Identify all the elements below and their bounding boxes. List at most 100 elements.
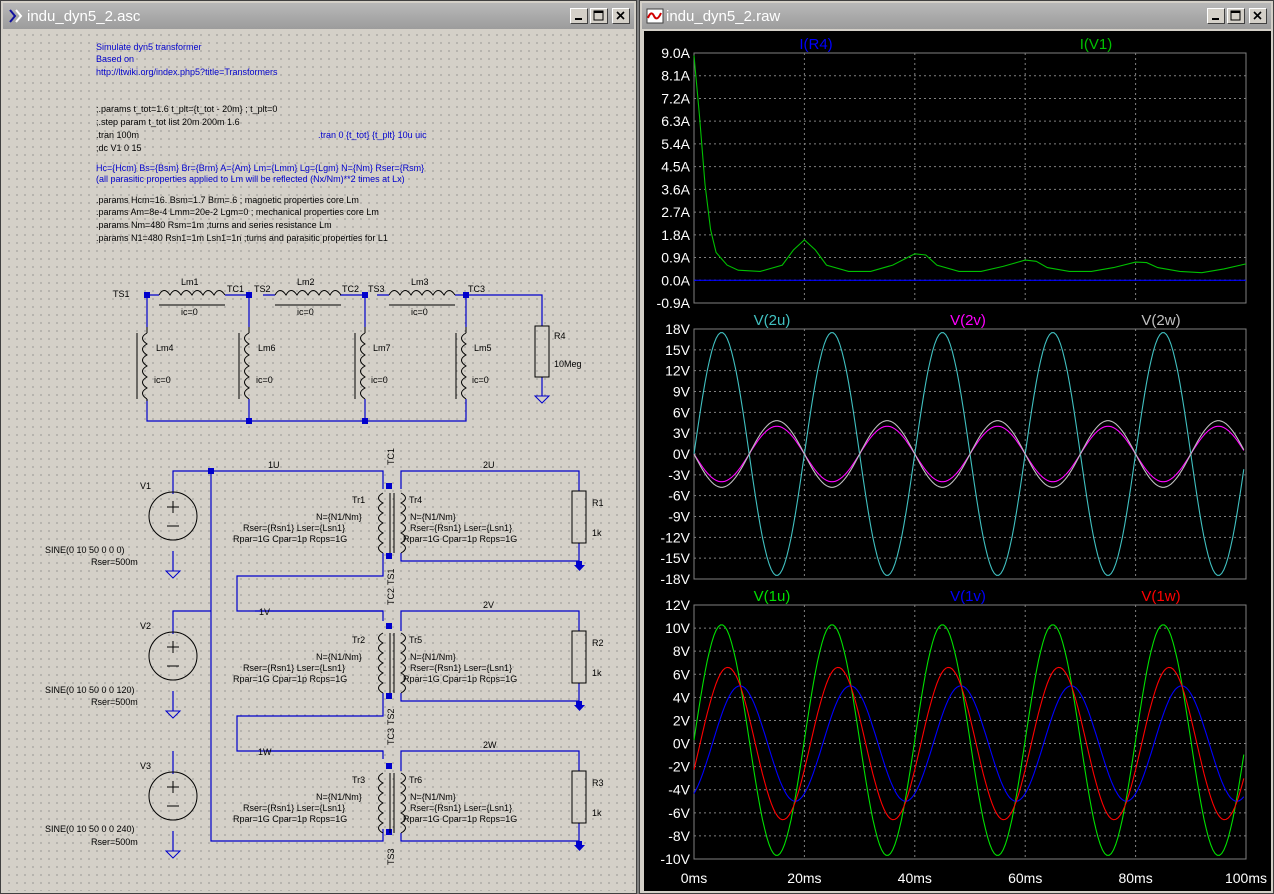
inductor-ic[interactable]: ic=0 (411, 307, 428, 317)
minimize-icon (575, 18, 582, 20)
params-line[interactable]: .params Nm=480 Rsm=1m ;turns and series … (96, 220, 332, 230)
resistor-value[interactable]: 10Meg (554, 359, 582, 369)
y-tick-label: 18V (665, 321, 691, 337)
x-tick-label: 20ms (787, 870, 821, 886)
waveform-titlebar[interactable]: indu_dyn5_2.raw (642, 3, 1271, 29)
resistor-value[interactable]: 1k (592, 668, 602, 678)
inductor-name[interactable]: Lm4 (156, 343, 174, 353)
resistor-name[interactable]: R3 (592, 778, 604, 788)
inductor-coils-v (136, 327, 467, 401)
resistor-name[interactable]: R1 (592, 498, 604, 508)
close-button[interactable] (612, 8, 630, 24)
minimize-button[interactable] (1207, 8, 1225, 24)
inductor-ic[interactable]: ic=0 (297, 307, 314, 317)
trace-label[interactable]: I(R4) (799, 36, 832, 53)
trace-label[interactable]: V(1u) (754, 588, 791, 605)
directive-text[interactable]: ;.step param t_tot list 20m 200m 1.6 (96, 117, 240, 127)
inductor-name[interactable]: Lm7 (373, 343, 391, 353)
source-name[interactable]: V1 (140, 481, 151, 491)
resistor-name[interactable]: R2 (592, 638, 604, 648)
y-tick-label: 0V (673, 736, 691, 752)
comment-text: Simulate dyn5 transformer (96, 42, 202, 52)
transformer-name[interactable]: Tr5 (409, 635, 422, 645)
directive-text[interactable]: .tran 100m (96, 130, 139, 140)
schematic-titlebar[interactable]: indu_dyn5_2.asc (3, 3, 634, 29)
source-rser[interactable]: Rser=500m (91, 837, 138, 847)
y-tick-label: -9V (668, 509, 690, 525)
resistor-value[interactable]: 1k (592, 528, 602, 538)
source-name[interactable]: V2 (140, 621, 151, 631)
resistor-r4-body[interactable] (534, 325, 550, 378)
y-tick-label: 9V (673, 384, 691, 400)
resistor-ground-icons (574, 565, 585, 851)
y-tick-label: -6V (668, 488, 690, 504)
plot-pane-frame[interactable] (693, 52, 1247, 304)
minimize-button[interactable] (570, 8, 588, 24)
transformer-name[interactable]: Tr6 (409, 775, 422, 785)
source-name[interactable]: V3 (140, 761, 151, 771)
transformer-name[interactable]: Tr3 (352, 775, 365, 785)
net-label: 2U (483, 460, 495, 470)
inductor-name[interactable]: Lm5 (474, 343, 492, 353)
model-line[interactable]: Hc={Hcm} Bs={Bsm} Br={Brm} A={Am} Lm={Lm… (96, 163, 424, 173)
source-rser[interactable]: Rser=500m (91, 557, 138, 567)
schematic-window[interactable]: indu_dyn5_2.asc Simulate dyn5 transforme… (0, 0, 637, 894)
directive-tran-alt[interactable]: .tran 0 {t_tot} {t_plt} 10u uic (318, 130, 427, 140)
schematic-canvas[interactable]: Simulate dyn5 transformer Based on http:… (5, 31, 634, 891)
transformer-param: Rser={Rsn1} Lser={Lsn1} (410, 663, 512, 673)
net-label: TS3 (386, 848, 396, 865)
params-line[interactable]: .params Am=8e-4 Lmm=20e-2 Lgm=0 ; mechan… (96, 207, 379, 217)
trace-label[interactable]: V(1v) (950, 588, 986, 605)
waveform-plots[interactable]: 9.0A 8.1A 7.2A 6.3A 5.4A 4.5A 3.6A 2.7A 1.8A 0.9A… (644, 31, 1271, 891)
directive-text[interactable]: ;dc V1 0 15 (96, 143, 142, 153)
trace-label[interactable]: V(2u) (754, 312, 791, 329)
inductor-name[interactable]: Lm6 (258, 343, 276, 353)
y-tick-label: -6V (668, 805, 690, 821)
source-value[interactable]: SINE(0 10 50 0 0 120) (45, 685, 135, 695)
model-line[interactable]: (all parasitic properties applied to Lm … (96, 174, 405, 184)
trace-label[interactable]: V(2w) (1141, 312, 1180, 329)
trace-v2u[interactable] (693, 332, 1245, 576)
inductor-name[interactable]: Lm3 (411, 277, 429, 287)
net-label: TS2 (254, 284, 271, 294)
source-value[interactable]: SINE(0 10 50 0 0 240) (45, 824, 135, 834)
inductor-coils-h (158, 290, 456, 306)
trace-label[interactable]: V(1w) (1141, 588, 1180, 605)
trace-v2w[interactable] (693, 420, 1245, 488)
inductor-name[interactable]: Lm1 (181, 277, 199, 287)
inductor-ic[interactable]: ic=0 (256, 375, 273, 385)
transformer-name[interactable]: Tr2 (352, 635, 365, 645)
inductor-ic[interactable]: ic=0 (181, 307, 198, 317)
y-tick-label: -2V (668, 759, 690, 775)
trace-label[interactable]: I(V1) (1080, 36, 1113, 53)
params-line[interactable]: .params N1=480 Rsn1=1m Lsn1=1n ;turns an… (96, 233, 388, 243)
source-value[interactable]: SINE(0 10 50 0 0 0) (45, 545, 125, 555)
directive-text[interactable]: ;.params t_tot=1.6 t_plt={t_tot - 20m} ;… (96, 104, 277, 114)
inductor-name[interactable]: Lm2 (297, 277, 315, 287)
transformer-param: N={N1/Nm} (316, 652, 362, 662)
trace-v1u[interactable] (693, 624, 1245, 856)
transformer-name[interactable]: Tr4 (409, 495, 422, 505)
waveform-canvas[interactable]: 9.0A 8.1A 7.2A 6.3A 5.4A 4.5A 3.6A 2.7A 1.8A 0.9A… (644, 31, 1271, 891)
waveform-window[interactable]: indu_dyn5_2.raw 9.0A 8.1A 7.2A 6.3A 5.4A 4.5A… (639, 0, 1274, 894)
maximize-button[interactable] (1227, 8, 1245, 24)
inductor-ic[interactable]: ic=0 (154, 375, 171, 385)
trace-v1w[interactable] (693, 666, 1245, 821)
trace-label[interactable]: V(2v) (950, 312, 986, 329)
resistor-value[interactable]: 1k (592, 808, 602, 818)
inductor-ic[interactable]: ic=0 (472, 375, 489, 385)
maximize-button[interactable] (590, 8, 608, 24)
close-button[interactable] (1249, 8, 1267, 24)
core-network-wires (146, 294, 543, 422)
y-tick-label: -8V (668, 828, 690, 844)
inductor-ic[interactable]: ic=0 (371, 375, 388, 385)
source-rser[interactable]: Rser=500m (91, 697, 138, 707)
comment-link[interactable]: http://ltwiki.org/index.php5?title=Trans… (96, 67, 278, 77)
trace-v2v[interactable] (693, 425, 1245, 483)
transformer-name[interactable]: Tr1 (352, 495, 365, 505)
params-line[interactable]: .params Hcm=16. Bsm=1.7 Brm=.6 ; magneti… (96, 195, 359, 205)
trace-v1v[interactable] (693, 685, 1245, 802)
resistor-name[interactable]: R4 (554, 331, 566, 341)
trace-iv1[interactable] (693, 55, 1247, 274)
plot-pane-frame[interactable] (693, 604, 1247, 860)
